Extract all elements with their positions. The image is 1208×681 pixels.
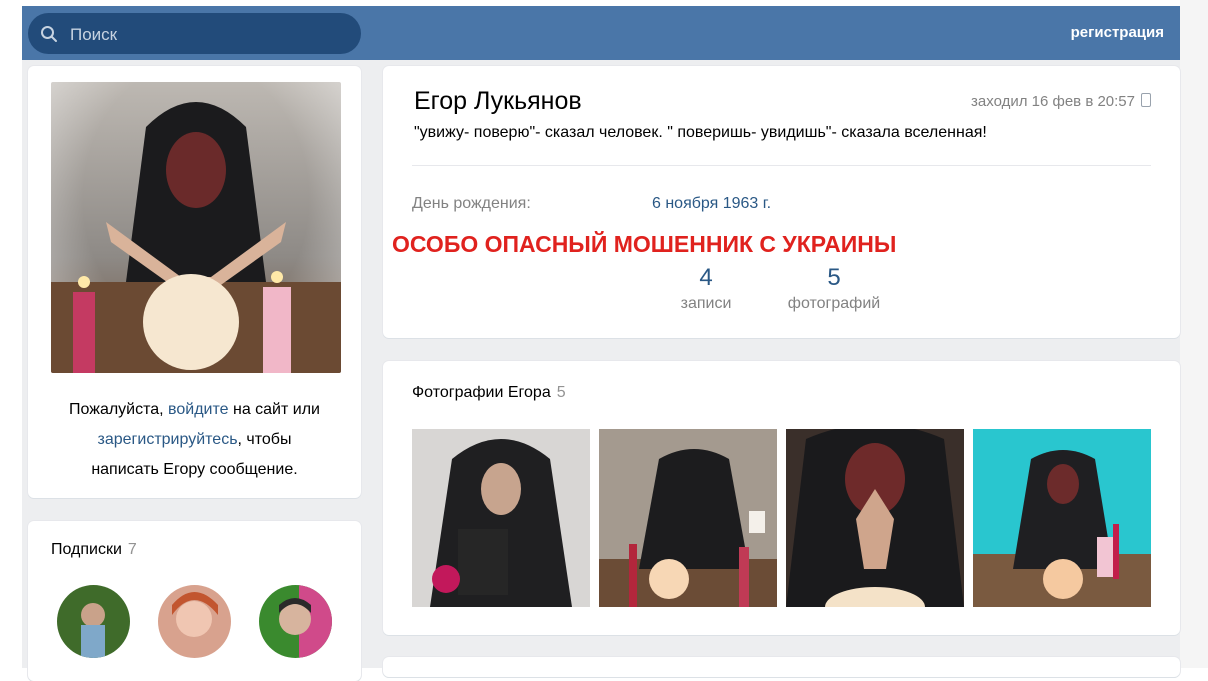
subscription-avatar[interactable] bbox=[158, 585, 231, 658]
posts-label: записи bbox=[680, 295, 732, 312]
mobile-phone-icon bbox=[1141, 93, 1151, 107]
divider bbox=[412, 165, 1151, 166]
photos-title-count: 5 bbox=[556, 384, 566, 401]
birthday-label: День рождения: bbox=[412, 195, 531, 212]
last-seen-text: заходил 16 фев в 20:57 bbox=[971, 93, 1135, 110]
login-prompt: Пожалуйста, войдите на сайт или зарегист… bbox=[28, 395, 361, 485]
photos-title: Фотографии Егора bbox=[412, 384, 551, 401]
profile-status: "увижу- поверю"- сказал человек. " повер… bbox=[414, 124, 987, 141]
wall-card bbox=[383, 657, 1180, 677]
photos-counter[interactable]: 5 фотографий bbox=[784, 264, 884, 313]
login-end-text: написать Егору сообщение. bbox=[91, 461, 298, 478]
subscriptions-count: 7 bbox=[127, 541, 137, 558]
photo-thumbnail[interactable] bbox=[412, 429, 590, 607]
photo-thumbnail[interactable] bbox=[973, 429, 1151, 607]
window-edge bbox=[1180, 0, 1208, 668]
profile-avatar[interactable] bbox=[51, 82, 341, 373]
login-suffix-text: , чтобы bbox=[237, 431, 292, 448]
subscription-avatar[interactable] bbox=[57, 585, 130, 658]
subscriptions-header[interactable]: Подписки 7 bbox=[51, 541, 137, 559]
photo-thumbnail[interactable] bbox=[786, 429, 964, 607]
login-prefix-text: Пожалуйста, bbox=[69, 401, 169, 418]
search-box[interactable] bbox=[28, 13, 365, 56]
signup-link[interactable]: зарегистрируйтесь bbox=[98, 431, 238, 448]
photos-label: фотографий bbox=[787, 295, 881, 312]
photos-count: 5 bbox=[827, 264, 841, 291]
birthday-value[interactable]: 6 ноября 1963 г. bbox=[652, 195, 771, 213]
login-middle-text: на сайт или bbox=[228, 401, 320, 418]
posts-count: 4 bbox=[699, 264, 713, 291]
search-icon bbox=[41, 26, 57, 42]
subscriptions-title: Подписки bbox=[51, 541, 122, 558]
subscription-avatar[interactable] bbox=[259, 585, 332, 658]
search-input[interactable] bbox=[68, 13, 365, 56]
photos-header[interactable]: Фотографии Егора 5 bbox=[412, 384, 566, 402]
register-link[interactable]: регистрация bbox=[1071, 24, 1164, 41]
posts-counter[interactable]: 4 записи bbox=[656, 264, 756, 313]
login-link[interactable]: войдите bbox=[168, 401, 228, 418]
profile-name: Егор Лукьянов bbox=[414, 87, 582, 115]
last-seen-status: заходил 16 фев в 20:57 bbox=[971, 93, 1151, 110]
warning-overlay-text: ОСОБО ОПАСНЫЙ МОШЕННИК С УКРАИНЫ bbox=[392, 231, 897, 258]
photo-thumbnail[interactable] bbox=[599, 429, 777, 607]
